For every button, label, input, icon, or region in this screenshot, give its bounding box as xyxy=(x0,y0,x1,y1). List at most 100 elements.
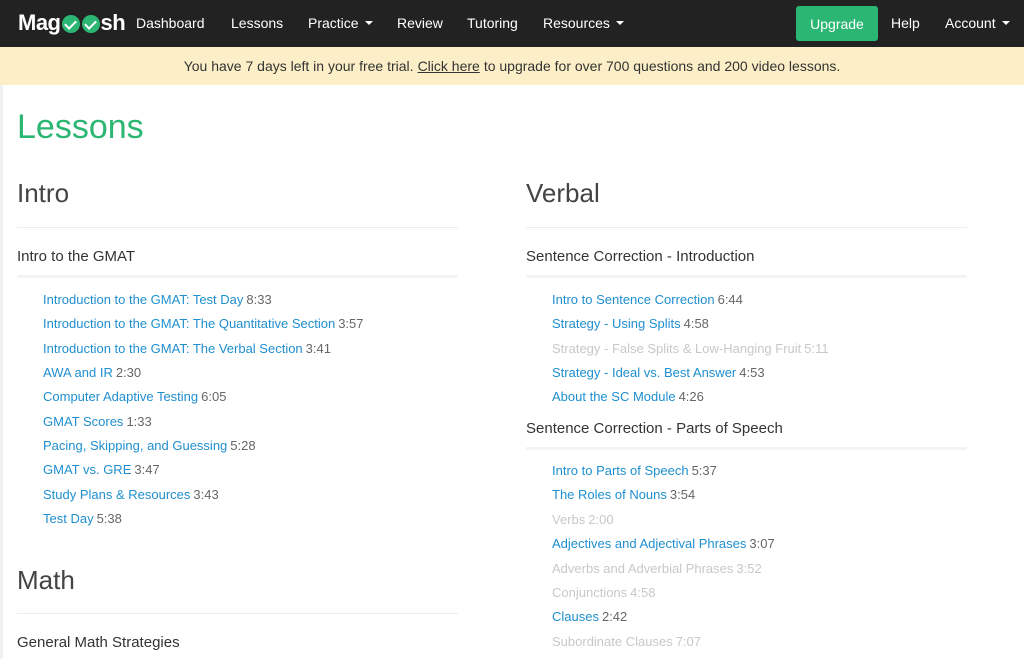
lesson-item[interactable]: AWA and IR 2:30 xyxy=(43,365,141,381)
divider xyxy=(17,227,458,228)
lesson-item[interactable]: Clauses 2:42 xyxy=(552,609,627,625)
divider xyxy=(526,227,967,228)
lesson-title: Clauses xyxy=(552,609,599,624)
lesson-title: GMAT Scores xyxy=(43,414,124,429)
divider xyxy=(526,275,967,278)
lesson-title: GMAT vs. GRE xyxy=(43,462,132,477)
lesson-duration: 5:11 xyxy=(804,341,829,356)
nav-resources[interactable]: Resources xyxy=(543,15,624,32)
banner-suffix: to upgrade for over 700 questions and 20… xyxy=(483,58,841,74)
magoosh-logo[interactable]: Mag sh xyxy=(18,9,126,37)
nav-dashboard[interactable]: Dashboard xyxy=(136,15,205,32)
nav-practice[interactable]: Practice xyxy=(308,15,373,32)
caret-down-icon xyxy=(1001,21,1010,26)
lesson-title: Pacing, Skipping, and Guessing xyxy=(43,438,228,453)
lesson-item[interactable]: GMAT vs. GRE 3:47 xyxy=(43,462,160,478)
lesson-title: Introduction to the GMAT: The Quantitati… xyxy=(43,316,336,331)
main-content xyxy=(0,85,1024,659)
lesson-title: Strategy - Using Splits xyxy=(552,316,681,331)
lesson-item[interactable]: About the SC Module 4:26 xyxy=(552,389,704,405)
lesson-item-locked: Verbs 2:00 xyxy=(552,512,614,528)
lesson-duration: 3:43 xyxy=(193,487,219,502)
section-title-intro: Intro xyxy=(17,178,70,208)
lesson-duration: 3:54 xyxy=(669,487,696,502)
nav-lessons[interactable]: Lessons xyxy=(231,15,283,32)
lesson-duration: 4:26 xyxy=(678,389,704,404)
lesson-item[interactable]: Computer Adaptive Testing 6:05 xyxy=(43,389,226,405)
lesson-duration: 3:47 xyxy=(134,462,160,477)
divider xyxy=(17,613,458,614)
lesson-item[interactable]: Strategy - Using Splits 4:58 xyxy=(552,316,709,332)
lesson-duration: 3:52 xyxy=(736,561,762,576)
lesson-item[interactable]: Test Day 5:38 xyxy=(43,511,122,527)
lesson-title: Introduction to the GMAT: The Verbal Sec… xyxy=(43,341,303,356)
lesson-duration: 5:37 xyxy=(691,463,717,478)
lesson-title: Strategy - Ideal vs. Best Answer xyxy=(552,365,737,380)
lesson-duration: 5:28 xyxy=(230,438,256,453)
lesson-duration: 4:58 xyxy=(683,316,709,331)
section-title-verbal: Verbal xyxy=(526,178,600,208)
lesson-title: AWA and IR xyxy=(43,365,113,380)
nav-account[interactable]: Account xyxy=(945,15,1010,32)
lesson-title: Adjectives and Adjectival Phrases xyxy=(552,536,747,551)
lesson-duration: 2:00 xyxy=(588,512,614,527)
lesson-title: Computer Adaptive Testing xyxy=(43,389,199,404)
check-icon xyxy=(81,15,100,33)
lesson-item[interactable]: Adjectives and Adjectival Phrases 3:07 xyxy=(552,536,775,552)
lesson-duration: 3:57 xyxy=(338,316,364,331)
lesson-title: Study Plans & Resources xyxy=(43,487,191,502)
lesson-duration: 8:33 xyxy=(246,292,272,307)
lesson-duration: 2:42 xyxy=(601,609,628,624)
lesson-duration: 2:30 xyxy=(115,365,142,380)
lesson-duration: 5:38 xyxy=(96,511,122,526)
lesson-title: Introduction to the GMAT: Test Day xyxy=(43,292,244,307)
banner-prefix: You have 7 days left in your free trial. xyxy=(183,58,414,74)
page-title: Lessons xyxy=(17,108,144,146)
top-nav-bar: Mag sh Dashboard Lessons Practice Review … xyxy=(0,0,1024,47)
lesson-item[interactable]: Introduction to the GMAT: Test Day 8:33 xyxy=(43,292,272,308)
lesson-duration: 3:07 xyxy=(749,536,775,551)
subsection-sc-parts-of-speech: Sentence Correction - Parts of Speech xyxy=(526,420,783,437)
lesson-item[interactable]: Pacing, Skipping, and Guessing 5:28 xyxy=(43,438,256,454)
subsection-general-math: General Math Strategies xyxy=(17,634,180,651)
lesson-duration: 6:05 xyxy=(201,389,227,404)
lesson-item-locked: Conjunctions 4:58 xyxy=(552,585,655,601)
upgrade-button[interactable]: Upgrade xyxy=(796,6,878,41)
lesson-title: Verbs xyxy=(552,512,586,527)
lesson-title: About the SC Module xyxy=(552,389,676,404)
divider xyxy=(526,447,967,450)
check-icon xyxy=(61,15,80,33)
lesson-item-locked: Strategy - False Splits & Low-Hanging Fr… xyxy=(552,341,829,357)
section-title-math: Math xyxy=(17,565,75,595)
lesson-title: Adverbs and Adverbial Phrases xyxy=(552,561,734,576)
lesson-duration: 3:41 xyxy=(305,341,331,356)
lesson-title: Subordinate Clauses xyxy=(552,634,673,649)
lesson-item[interactable]: Intro to Parts of Speech 5:37 xyxy=(552,463,717,479)
caret-down-icon xyxy=(364,21,373,26)
lesson-duration: 1:33 xyxy=(126,414,152,429)
lesson-item[interactable]: The Roles of Nouns 3:54 xyxy=(552,487,695,503)
lesson-item[interactable]: Introduction to the GMAT: The Verbal Sec… xyxy=(43,341,331,357)
nav-tutoring[interactable]: Tutoring xyxy=(467,15,518,32)
lesson-item[interactable]: Introduction to the GMAT: The Quantitati… xyxy=(43,316,364,332)
upgrade-link[interactable]: Click here xyxy=(418,58,480,74)
lesson-duration: 7:07 xyxy=(675,634,702,649)
subsection-intro-to-gmat: Intro to the GMAT xyxy=(17,248,136,265)
nav-review[interactable]: Review xyxy=(397,15,443,32)
lesson-item-locked: Adverbs and Adverbial Phrases 3:52 xyxy=(552,561,762,577)
lesson-item[interactable]: Study Plans & Resources 3:43 xyxy=(43,487,219,503)
lesson-item[interactable]: GMAT Scores 1:33 xyxy=(43,414,152,430)
lesson-title: Intro to Parts of Speech xyxy=(552,463,689,478)
lesson-duration: 4:58 xyxy=(630,585,656,600)
caret-down-icon xyxy=(615,21,624,26)
nav-help[interactable]: Help xyxy=(891,15,920,32)
divider xyxy=(17,275,458,278)
lesson-title: The Roles of Nouns xyxy=(552,487,667,502)
lesson-item[interactable]: Strategy - Ideal vs. Best Answer 4:53 xyxy=(552,365,765,381)
lesson-item[interactable]: Intro to Sentence Correction 6:44 xyxy=(552,292,743,308)
lesson-duration: 6:44 xyxy=(717,292,743,307)
lesson-title: Intro to Sentence Correction xyxy=(552,292,715,307)
subsection-sc-intro: Sentence Correction - Introduction xyxy=(526,248,755,265)
lesson-title: Strategy - False Splits & Low-Hanging Fr… xyxy=(552,341,802,356)
trial-banner: You have 7 days left in your free trial.… xyxy=(0,47,1024,85)
